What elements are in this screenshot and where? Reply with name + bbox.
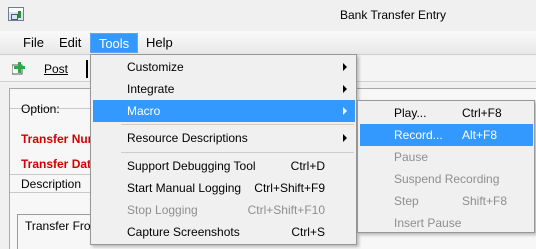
menu-item-shortcut: Ctrl+Shift+F9	[254, 181, 325, 195]
post-icon[interactable]	[12, 61, 27, 76]
menu-item-macro[interactable]: Macro	[93, 100, 355, 122]
submenu-item-play[interactable]: Play... Ctrl+F8	[360, 102, 533, 124]
submenu-item-pause: Pause	[360, 146, 533, 168]
submenu-item-step: Step Shift+F8	[360, 190, 533, 212]
submenu-item-label: Step	[394, 194, 419, 208]
submenu-item-label: Play...	[394, 106, 427, 120]
window-title: Bank Transfer Entry	[340, 8, 447, 22]
submenu-item-label: Record...	[394, 128, 443, 142]
menu-separator	[121, 152, 354, 153]
submenu-item-label: Insert Pause	[394, 216, 462, 230]
submenu-item-record[interactable]: Record... Alt+F8	[360, 124, 533, 146]
transfer-number-label: Transfer Nur	[21, 132, 93, 146]
menu-item-label: Resource Descriptions	[127, 131, 248, 145]
menu-item-capture-screenshots[interactable]: Capture Screenshots Ctrl+S	[93, 221, 355, 243]
submenu-item-label: Pause	[394, 150, 429, 164]
submenu-arrow-icon	[343, 63, 347, 71]
submenu-item-shortcut: Shift+F8	[462, 194, 508, 208]
menu-file[interactable]: File	[17, 33, 50, 53]
menu-item-label: Start Manual Logging	[127, 181, 242, 195]
tools-dropdown: Customize Integrate Macro Resource Descr…	[90, 54, 357, 245]
submenu-item-suspend-recording: Suspend Recording	[360, 168, 533, 190]
submenu-arrow-icon	[343, 85, 347, 93]
menu-edit[interactable]: Edit	[53, 33, 87, 53]
submenu-arrow-icon	[343, 107, 347, 115]
menu-item-shortcut: Ctrl+D	[290, 159, 325, 173]
menu-item-label: Macro	[127, 104, 161, 118]
app-icon	[8, 7, 24, 21]
menu-bar: File Edit Tools Help	[0, 31, 536, 55]
menu-help[interactable]: Help	[140, 33, 179, 53]
submenu-arrow-icon	[343, 134, 347, 142]
submenu-item-shortcut: Ctrl+F8	[462, 106, 502, 120]
menu-item-shortcut: Ctrl+Shift+F10	[247, 203, 325, 217]
title-bar: Bank Transfer Entry	[0, 0, 536, 30]
menu-item-start-manual-logging[interactable]: Start Manual Logging Ctrl+Shift+F9	[93, 177, 355, 199]
submenu-item-shortcut: Alt+F8	[462, 128, 498, 142]
submenu-item-insert-pause: Insert Pause	[360, 212, 533, 234]
post-button[interactable]: Post	[44, 62, 68, 76]
submenu-item-label: Suspend Recording	[394, 172, 500, 186]
macro-submenu: Play... Ctrl+F8 Record... Alt+F8 Pause S…	[357, 100, 535, 233]
menu-item-stop-logging: Stop Logging Ctrl+Shift+F10	[93, 199, 355, 221]
menu-item-label: Integrate	[127, 82, 175, 96]
menu-separator	[121, 124, 354, 125]
menu-item-label: Capture Screenshots	[127, 225, 240, 239]
menu-tools[interactable]: Tools	[90, 33, 138, 53]
menu-item-customize[interactable]: Customize	[93, 56, 355, 78]
menu-item-label: Stop Logging	[127, 203, 198, 217]
menu-item-support-debugging-tool[interactable]: Support Debugging Tool Ctrl+D	[93, 155, 355, 177]
menu-item-resource-descriptions[interactable]: Resource Descriptions	[93, 127, 355, 149]
menu-item-label: Support Debugging Tool	[127, 159, 256, 173]
menu-item-integrate[interactable]: Integrate	[93, 78, 355, 100]
menu-item-label: Customize	[127, 60, 184, 74]
menu-item-shortcut: Ctrl+S	[291, 225, 325, 239]
